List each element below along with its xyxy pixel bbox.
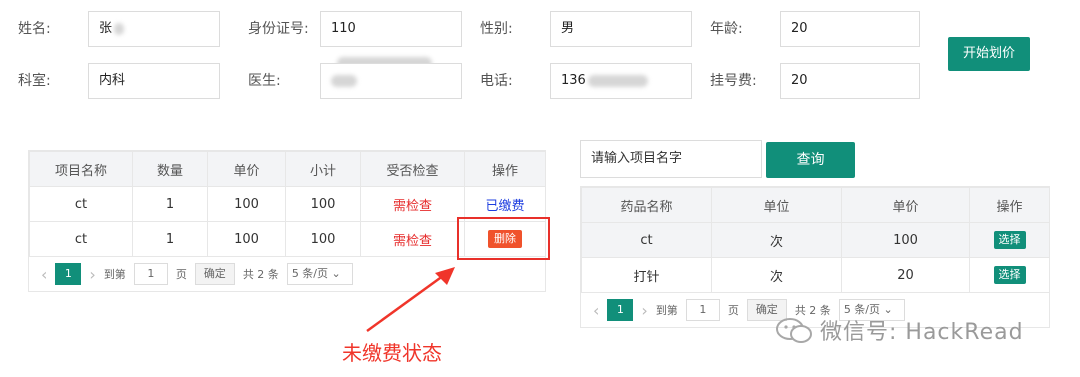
highlight-box <box>457 217 550 260</box>
cell-unit-price: 100 <box>207 186 286 222</box>
cell-check: 需检查 <box>360 221 465 257</box>
drug-list-panel: 药品名称 单位 单价 操作 ct 次 100 选择 打针 次 20 选择 ‹ 1… <box>580 186 1050 328</box>
next-page-icon[interactable]: › <box>89 265 95 284</box>
cell-quantity: 1 <box>132 186 208 222</box>
phone-value: 136 <box>561 73 586 88</box>
cell-unit: 次 <box>711 257 842 293</box>
doctor-field[interactable] <box>320 63 462 99</box>
table-row: ct 次 100 选择 <box>581 222 1050 258</box>
cell-price: 20 <box>841 257 970 293</box>
chevron-down-icon: ⌄ <box>331 267 341 280</box>
cell-drug-name: ct <box>581 222 712 258</box>
cell-unit: 次 <box>711 222 842 258</box>
id-label: 身份证号: <box>248 21 309 37</box>
name-field[interactable]: 张 <box>88 11 220 47</box>
redaction-blur <box>587 74 648 87</box>
page-number-input[interactable]: 1 <box>133 263 168 285</box>
gender-field[interactable]: 男 <box>550 11 692 47</box>
search-button[interactable]: 查询 <box>766 142 855 178</box>
page-number-input[interactable]: 1 <box>685 299 720 321</box>
page-1-button[interactable]: 1 <box>55 263 82 285</box>
cell-item-name: ct <box>29 221 133 257</box>
watermark-text: 微信号: HackRead <box>820 320 1024 345</box>
col-header-price: 单价 <box>841 187 970 223</box>
fee-label: 挂号费: <box>710 73 757 89</box>
name-value: 张 <box>99 21 113 36</box>
gender-label: 性别: <box>480 21 513 37</box>
id-value: 110 <box>331 21 356 36</box>
select-button[interactable]: 选择 <box>993 231 1026 249</box>
prev-page-icon[interactable]: ‹ <box>41 265 47 284</box>
table-row: 打针 次 20 选择 <box>581 257 1050 293</box>
col-header-item-name: 项目名称 <box>29 151 133 187</box>
name-label: 姓名: <box>18 21 51 37</box>
table-header-row: 药品名称 单位 单价 操作 <box>581 187 1050 223</box>
cell-subtotal: 100 <box>285 221 361 257</box>
cell-subtotal: 100 <box>285 186 361 222</box>
col-header-unit: 单位 <box>711 187 842 223</box>
left-pagination: ‹ 1 › 到第 1 页 确定 共 2 条 5 条/页 ⌄ <box>41 263 353 285</box>
cell-item-name: ct <box>29 186 133 222</box>
age-label: 年龄: <box>710 21 743 37</box>
col-header-quantity: 数量 <box>132 151 208 187</box>
id-field[interactable]: 110 <box>320 11 462 69</box>
cell-unit-price: 100 <box>207 221 286 257</box>
phone-label: 电话: <box>480 73 513 89</box>
page-size-select[interactable]: 5 条/页 ⌄ <box>286 263 353 285</box>
select-button[interactable]: 选择 <box>993 266 1026 284</box>
annotation-label: 未缴费状态 <box>342 341 442 365</box>
annotation-arrow-icon <box>366 267 455 333</box>
cell-price: 100 <box>841 222 970 258</box>
redaction-blur <box>114 22 125 35</box>
doctor-label: 医生: <box>248 73 281 89</box>
redaction-blur <box>331 74 357 87</box>
page-1-button[interactable]: 1 <box>607 299 634 321</box>
cell-quantity: 1 <box>132 221 208 257</box>
col-header-unit-price: 单价 <box>207 151 286 187</box>
col-header-check: 受否检查 <box>360 151 465 187</box>
goto-label: 到第 <box>103 268 126 281</box>
drug-list-table: 药品名称 单位 单价 操作 ct 次 100 选择 打针 次 20 选择 <box>581 187 1050 293</box>
table-header-row: 项目名称 数量 单价 小计 受否检查 操作 <box>29 151 546 187</box>
age-field[interactable]: 20 <box>780 11 920 47</box>
col-header-subtotal: 小计 <box>285 151 361 187</box>
total-count: 共 2 条 <box>242 268 279 281</box>
goto-label: 到第 <box>655 304 678 317</box>
col-header-drug-name: 药品名称 <box>581 187 712 223</box>
phone-field[interactable]: 136 <box>550 63 692 99</box>
start-pricing-button[interactable]: 开始划价 <box>948 37 1030 71</box>
page-size-value: 5 条/页 <box>291 267 329 280</box>
page-unit-label: 页 <box>175 268 187 281</box>
watermark: 微信号: HackRead <box>774 310 1074 350</box>
cell-drug-name: 打针 <box>581 257 712 293</box>
cell-check: 需检查 <box>360 186 465 222</box>
wechat-icon <box>776 318 812 343</box>
dept-label: 科室: <box>18 73 51 89</box>
col-header-action: 操作 <box>969 187 1050 223</box>
page-unit-label: 页 <box>727 304 739 317</box>
cell-action: 选择 <box>969 222 1050 258</box>
cell-action: 选择 <box>969 257 1050 293</box>
col-header-action: 操作 <box>464 151 546 187</box>
goto-confirm-button[interactable]: 确定 <box>194 263 235 285</box>
dept-field[interactable]: 内科 <box>88 63 220 99</box>
fee-field[interactable]: 20 <box>780 63 920 99</box>
next-page-icon[interactable]: › <box>641 301 647 320</box>
prev-page-icon[interactable]: ‹ <box>593 301 599 320</box>
search-input[interactable]: 请输入项目名字 <box>580 140 762 178</box>
